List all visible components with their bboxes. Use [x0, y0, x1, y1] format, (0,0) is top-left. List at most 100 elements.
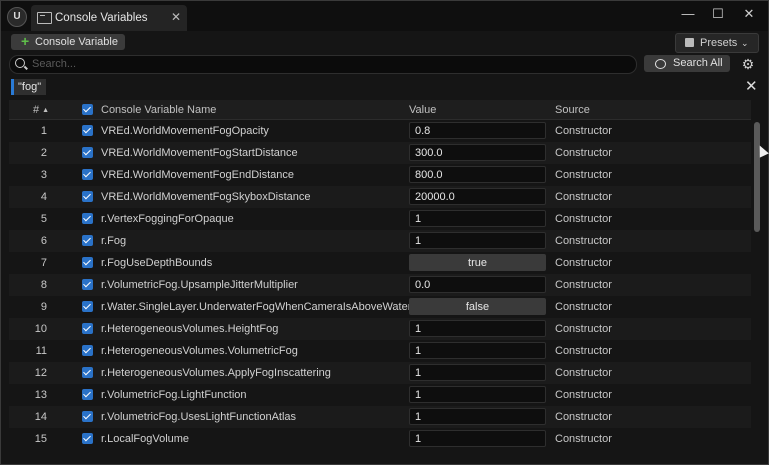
unreal-logo-icon[interactable]: U [7, 7, 27, 27]
value-field[interactable]: 1 [409, 320, 546, 337]
row-checkbox[interactable] [82, 191, 93, 202]
row-number: 11 [35, 345, 47, 357]
value-field[interactable]: 0.8 [409, 122, 546, 139]
row-number: 5 [40, 213, 47, 225]
table-row[interactable]: 6 r.Fog 1 Constructor [9, 230, 751, 252]
row-checkbox[interactable] [82, 257, 93, 268]
table-header: # ▲ Console Variable Name Value Source [9, 100, 751, 120]
minimize-button[interactable]: — [677, 5, 699, 23]
table-row[interactable]: 9 r.Water.SingleLayer.UnderwaterFogWhenCa… [9, 296, 751, 318]
variable-name: r.VolumetricFog.UsesLightFunctionAtlas [101, 411, 297, 423]
variable-name: r.HeterogeneousVolumes.ApplyFogInscatter… [101, 367, 331, 379]
table-row[interactable]: 14 r.VolumetricFog.UsesLightFunctionAtlas… [9, 406, 751, 428]
variable-name: r.HeterogeneousVolumes.VolumetricFog [101, 345, 298, 357]
row-checkbox[interactable] [82, 279, 93, 290]
value-toggle[interactable]: true [409, 254, 546, 271]
row-checkbox[interactable] [82, 345, 93, 356]
close-window-button[interactable]: ✕ [738, 5, 760, 23]
table-row[interactable]: 10 r.HeterogeneousVolumes.HeightFog 1 Const… [9, 318, 751, 340]
search-all-label: Search All [673, 57, 723, 69]
source-label: Constructor [555, 169, 612, 181]
row-number: 2 [40, 147, 47, 159]
row-number: 8 [40, 279, 47, 291]
row-checkbox[interactable] [82, 147, 93, 158]
presets-dropdown[interactable]: Presets ⌄ [675, 33, 759, 53]
chevron-down-icon: ⌄ [741, 38, 749, 48]
value-field[interactable]: 800.0 [409, 166, 546, 183]
filter-chip[interactable]: "fog" [11, 79, 47, 95]
search-all-icon [655, 59, 666, 69]
save-icon [685, 38, 694, 47]
title-bar: U Console Variables ✕ — ☐ ✕ [1, 1, 768, 31]
source-label: Constructor [555, 147, 612, 159]
column-header-name[interactable]: Console Variable Name [101, 104, 216, 116]
row-checkbox[interactable] [82, 389, 93, 400]
column-header-source[interactable]: Source [555, 104, 590, 116]
row-checkbox[interactable] [82, 213, 93, 224]
row-checkbox[interactable] [82, 323, 93, 334]
add-console-variable-button[interactable]: + Console Variable [11, 33, 125, 50]
clear-filter-icon[interactable]: ✕ [745, 79, 758, 94]
row-number: 3 [40, 169, 47, 181]
select-all-checkbox[interactable] [82, 104, 93, 115]
tab-console-variables[interactable]: Console Variables ✕ [31, 5, 187, 31]
column-header-number[interactable]: # ▲ [33, 104, 49, 116]
table-row[interactable]: 4 VREd.WorldMovementFogSkyboxDistance 2000… [9, 186, 751, 208]
console-icon [37, 12, 52, 24]
console-variables-window: U Console Variables ✕ — ☐ ✕ + Console Va… [0, 0, 769, 465]
table-row[interactable]: 5 r.VertexFoggingForOpaque 1 Constructor [9, 208, 751, 230]
table-body: 1 VREd.WorldMovementFogOpacity 0.8 Construc… [9, 120, 751, 464]
value-field[interactable]: 20000.0 [409, 188, 546, 205]
row-checkbox[interactable] [82, 125, 93, 136]
table-row[interactable]: 2 VREd.WorldMovementFogStartDistance 300.0… [9, 142, 751, 164]
value-field[interactable]: 1 [409, 342, 546, 359]
value-field[interactable]: 1 [409, 430, 546, 447]
table-row[interactable]: 8 r.VolumetricFog.UpsampleJitterMultiplie… [9, 274, 751, 296]
source-label: Constructor [555, 345, 612, 357]
source-label: Constructor [555, 433, 612, 445]
row-number: 4 [40, 191, 47, 203]
row-checkbox[interactable] [82, 301, 93, 312]
table-row[interactable]: 1 VREd.WorldMovementFogOpacity 0.8 Construc… [9, 120, 751, 142]
source-label: Constructor [555, 125, 612, 137]
table-row[interactable]: 7 r.FogUseDepthBounds true Constructor [9, 252, 751, 274]
table-row[interactable]: 15 r.LocalFogVolume 1 Constructor [9, 428, 751, 450]
search-all-button[interactable]: Search All [644, 55, 730, 72]
table-row[interactable]: 11 r.HeterogeneousVolumes.VolumetricFog 1 C… [9, 340, 751, 362]
source-label: Constructor [555, 191, 612, 203]
gear-icon[interactable]: ⚙ [740, 56, 756, 72]
value-field[interactable]: 300.0 [409, 144, 546, 161]
variable-name: VREd.WorldMovementFogOpacity [101, 125, 269, 137]
tab-close-icon[interactable]: ✕ [171, 10, 181, 24]
maximize-button[interactable]: ☐ [707, 5, 729, 23]
row-number: 13 [34, 389, 47, 401]
value-field[interactable]: 1 [409, 386, 546, 403]
tab-title: Console Variables [55, 12, 148, 24]
vertical-scrollbar[interactable] [754, 122, 760, 232]
row-checkbox[interactable] [82, 367, 93, 378]
search-box[interactable] [9, 55, 637, 74]
row-number: 14 [34, 411, 47, 423]
variable-name: VREd.WorldMovementFogEndDistance [101, 169, 294, 181]
row-number: 1 [40, 125, 47, 137]
source-label: Constructor [555, 235, 612, 247]
search-input[interactable] [32, 57, 622, 71]
value-field[interactable]: 1 [409, 408, 546, 425]
table-row[interactable]: 3 VREd.WorldMovementFogEndDistance 800.0 Co… [9, 164, 751, 186]
row-number: 10 [34, 323, 47, 335]
row-checkbox[interactable] [82, 169, 93, 180]
variable-name: r.VolumetricFog.LightFunction [101, 389, 247, 401]
value-field[interactable]: 1 [409, 210, 546, 227]
column-header-value[interactable]: Value [409, 104, 436, 116]
table-row[interactable]: 12 r.HeterogeneousVolumes.ApplyFogInscatt… [9, 362, 751, 384]
value-toggle[interactable]: false [409, 298, 546, 315]
value-field[interactable]: 1 [409, 364, 546, 381]
table-row[interactable]: 13 r.VolumetricFog.LightFunction 1 Construc… [9, 384, 751, 406]
row-checkbox[interactable] [82, 411, 93, 422]
row-number: 6 [40, 235, 47, 247]
row-checkbox[interactable] [82, 433, 93, 444]
row-checkbox[interactable] [82, 235, 93, 246]
value-field[interactable]: 1 [409, 232, 546, 249]
value-field[interactable]: 0.0 [409, 276, 546, 293]
row-number: 7 [40, 257, 47, 269]
